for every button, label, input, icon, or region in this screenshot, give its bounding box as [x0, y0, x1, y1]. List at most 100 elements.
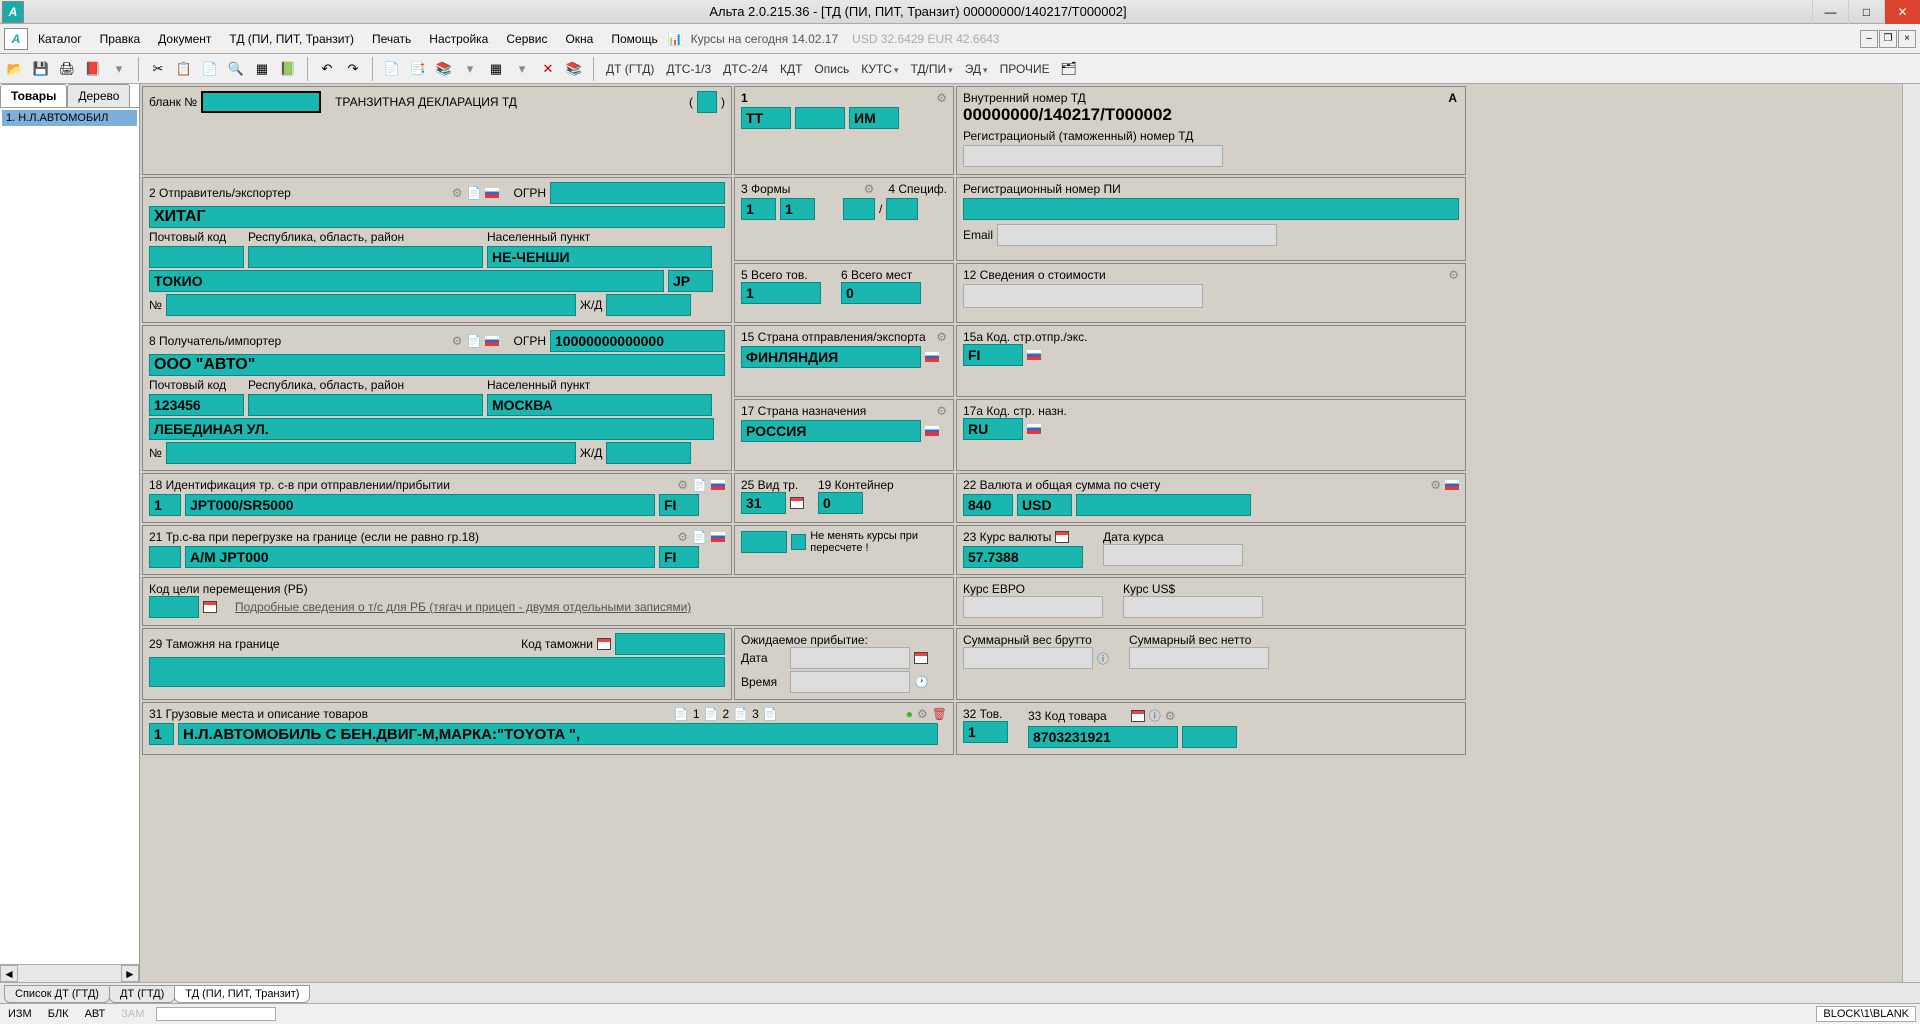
checkbox-keep-rates[interactable]	[791, 534, 806, 550]
f31-input[interactable]: Н.Л.АВТОМОБИЛЬ С БЕН.ДВИГ-М,МАРКА:"TOYOT…	[178, 723, 938, 745]
copy-icon[interactable]: 📋	[173, 58, 195, 80]
f21-input[interactable]: А/М JPT000	[185, 546, 655, 568]
find-icon[interactable]: 🔍	[225, 58, 247, 80]
f2-rail[interactable]	[606, 294, 691, 316]
reg-pi-input[interactable]	[963, 198, 1459, 220]
f12-input[interactable]	[963, 284, 1203, 308]
f25-input[interactable]: 31	[741, 492, 786, 514]
rb-input[interactable]	[149, 596, 199, 618]
btab-td[interactable]: ТД (ПИ, ПИТ, Транзит)	[174, 985, 310, 1003]
mdi-restore[interactable]: ❐	[1879, 30, 1897, 48]
rate-date-input[interactable]	[1103, 544, 1243, 566]
menu-document[interactable]: Документ	[150, 28, 219, 50]
f29-input[interactable]	[149, 657, 725, 687]
doc-icon[interactable]: 📄	[692, 478, 707, 492]
im-input[interactable]: ИМ	[849, 107, 899, 129]
menu-settings[interactable]: Настройка	[421, 28, 496, 50]
f4-v2[interactable]	[886, 198, 918, 220]
doc-icon[interactable]: 📄	[467, 186, 482, 200]
vscroll[interactable]	[1902, 84, 1920, 982]
menu-catalog[interactable]: Каталог	[30, 28, 90, 50]
clock-icon[interactable]: 🕐	[914, 675, 929, 689]
f22-cur[interactable]: USD	[1017, 494, 1072, 516]
btab-dt[interactable]: ДТ (ГТД)	[109, 985, 175, 1003]
book-icon[interactable]: 📗	[277, 58, 299, 80]
menu-help[interactable]: Помощь	[603, 28, 665, 50]
gear-icon[interactable]: ⚙	[677, 530, 688, 544]
btab-list[interactable]: Список ДТ (ГТД)	[4, 985, 110, 1003]
gear-icon[interactable]: ⚙	[936, 404, 947, 418]
f8-ogrn[interactable]: 10000000000000	[550, 330, 725, 352]
link-kdt[interactable]: КДТ	[776, 59, 806, 79]
doc-icon[interactable]: 📄	[692, 530, 707, 544]
gear-icon[interactable]: ⚙	[936, 91, 947, 105]
f8-city[interactable]: МОСКВА	[487, 394, 712, 416]
f31-n[interactable]: 1	[149, 723, 174, 745]
net-input[interactable]	[1129, 647, 1269, 669]
gear-icon[interactable]: ⚙	[452, 186, 463, 200]
f2-ogrn-input[interactable]	[550, 182, 725, 204]
cal-icon[interactable]	[790, 497, 804, 509]
print-icon[interactable]: 🖨	[56, 58, 78, 80]
page-3[interactable]: 3	[752, 707, 759, 721]
info-icon[interactable]: ⓘ	[1149, 707, 1161, 724]
mid-input[interactable]	[795, 107, 845, 129]
doc-icon[interactable]: 📄	[467, 334, 482, 348]
f8-post[interactable]: 123456	[149, 394, 244, 416]
date-input[interactable]	[790, 647, 910, 669]
flag-icon[interactable]	[925, 352, 939, 362]
f19-input[interactable]: 0	[818, 492, 863, 514]
menu-edit[interactable]: Правка	[92, 28, 149, 50]
page-1[interactable]: 1	[693, 707, 700, 721]
gear-icon[interactable]: ⚙	[677, 478, 688, 492]
flag-icon[interactable]	[925, 426, 939, 436]
f22-sum[interactable]	[1076, 494, 1251, 516]
table-icon[interactable]: ▦	[485, 58, 507, 80]
link-other[interactable]: ПРОЧИЕ	[996, 59, 1054, 79]
f3-v2[interactable]: 1	[780, 198, 815, 220]
f3-v1[interactable]: 1	[741, 198, 776, 220]
f15a-input[interactable]: FI	[963, 344, 1023, 366]
copy2-icon[interactable]: 📑	[407, 58, 429, 80]
cal-icon[interactable]	[1131, 710, 1145, 722]
tab-goods[interactable]: Товары	[0, 84, 67, 107]
dropdown2-icon[interactable]: ▾	[459, 58, 481, 80]
reg-td-input[interactable]	[963, 145, 1223, 167]
minimize-button[interactable]: —	[1812, 0, 1848, 24]
close-button[interactable]: ✕	[1884, 0, 1920, 24]
flag-icon[interactable]	[485, 188, 499, 198]
f15-input[interactable]: ФИНЛЯНДИЯ	[741, 346, 921, 368]
hscroll[interactable]: ◄ ►	[0, 964, 139, 982]
mdi-minimize[interactable]: –	[1860, 30, 1878, 48]
undo-icon[interactable]: ↶	[316, 58, 338, 80]
f33-input[interactable]: 8703231921	[1028, 726, 1178, 748]
f18-code[interactable]: FI	[659, 494, 699, 516]
list-item[interactable]: 1. Н.Л.АВТОМОБИЛ	[2, 110, 137, 126]
f17-input[interactable]: РОССИЯ	[741, 420, 921, 442]
panel-icon[interactable]: 🗂	[1058, 58, 1080, 80]
f23-input[interactable]: 57.7388	[963, 546, 1083, 568]
rb-link[interactable]: Подробные сведения о т/с для РБ (тягач и…	[235, 600, 691, 614]
f21-code[interactable]: FI	[659, 546, 699, 568]
blank-input[interactable]	[201, 91, 321, 113]
f22-code[interactable]: 840	[963, 494, 1013, 516]
link-opis[interactable]: Опись	[810, 59, 853, 79]
extra-input[interactable]	[741, 531, 787, 553]
f2-addr[interactable]: ТОКИО	[149, 270, 664, 292]
paste-icon[interactable]: 📄	[199, 58, 221, 80]
gear-icon[interactable]: ⚙	[864, 182, 875, 196]
cal-icon[interactable]	[597, 638, 611, 650]
scroll-left-icon[interactable]: ◄	[0, 965, 18, 982]
status-blk[interactable]: БЛК	[44, 1008, 73, 1020]
page-2[interactable]: 2	[722, 707, 729, 721]
gear-icon[interactable]: ⚙	[1165, 709, 1176, 723]
new-icon[interactable]: 📄	[381, 58, 403, 80]
cut-icon[interactable]: ✂	[147, 58, 169, 80]
f2-name[interactable]: ХИТАГ	[149, 206, 725, 228]
link-dts24[interactable]: ДТС-2/4	[719, 59, 772, 79]
f2-city[interactable]: НЕ-ЧЕНШИ	[487, 246, 712, 268]
f8-num[interactable]	[166, 442, 576, 464]
gear-icon[interactable]: ⚙	[452, 334, 463, 348]
f6-input[interactable]: 0	[841, 282, 921, 304]
euro-input[interactable]	[963, 596, 1103, 618]
